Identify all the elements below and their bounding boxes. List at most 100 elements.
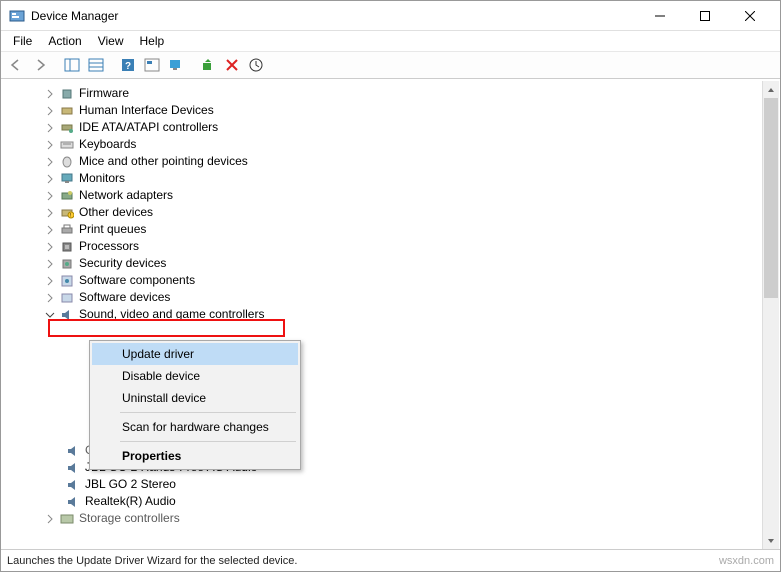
chevron-right-icon[interactable] [43, 172, 57, 186]
help-button[interactable]: ? [117, 54, 139, 76]
tree-label: IDE ATA/ATAPI controllers [79, 119, 218, 136]
context-menu-item[interactable]: Scan for hardware changes [92, 416, 298, 438]
tree-item[interactable]: Monitors [21, 170, 762, 187]
context-menu-item[interactable]: Uninstall device [92, 387, 298, 409]
tree-label: JBL GO 2 Stereo [85, 476, 176, 493]
update-driver-toolbar-button[interactable] [245, 54, 267, 76]
scroll-thumb[interactable] [764, 98, 778, 298]
scroll-up-button[interactable] [763, 81, 779, 98]
chevron-right-icon[interactable] [43, 104, 57, 118]
svg-text:?: ? [125, 61, 131, 72]
chevron-right-icon[interactable] [43, 206, 57, 220]
menu-file[interactable]: File [5, 32, 40, 50]
chevron-right-icon[interactable] [43, 257, 57, 271]
scroll-down-button[interactable] [763, 532, 779, 549]
tree-item[interactable]: Network adapters [21, 187, 762, 204]
vertical-scrollbar[interactable] [762, 81, 779, 549]
ide-icon [59, 120, 75, 136]
chip-icon [59, 86, 75, 102]
app-icon [9, 8, 25, 24]
tree-label: Sound, video and game controllers [79, 306, 264, 323]
tree-child[interactable]: JBL GO 2 Stereo [21, 476, 762, 493]
tree-label: Other devices [79, 204, 153, 221]
statusbar: Launches the Update Driver Wizard for th… [1, 549, 780, 571]
tree-label: Print queues [79, 221, 146, 238]
show-hide-tree-button[interactable] [61, 54, 83, 76]
toolbar-sep [189, 54, 195, 76]
chevron-down-icon[interactable] [43, 308, 57, 322]
properties-button[interactable] [85, 54, 107, 76]
chevron-right-icon[interactable] [43, 291, 57, 305]
context-menu-item[interactable]: Disable device [92, 365, 298, 387]
tree-item[interactable]: Firmware [21, 85, 762, 102]
tree-label: Keyboards [79, 136, 136, 153]
minimize-button[interactable] [637, 2, 682, 30]
tree-item[interactable]: Keyboards [21, 136, 762, 153]
chevron-right-icon[interactable] [43, 274, 57, 288]
tree-item-sound-video-game[interactable]: Sound, video and game controllers [21, 306, 762, 323]
monitor-icon [59, 171, 75, 187]
tree-item-storage[interactable]: Storage controllers [21, 510, 762, 527]
swd-icon [59, 290, 75, 306]
sound-icon [65, 477, 81, 493]
chevron-right-icon[interactable] [43, 512, 57, 526]
toolbar: ? [1, 51, 780, 79]
menu-action[interactable]: Action [40, 32, 89, 50]
tree-item[interactable]: Processors [21, 238, 762, 255]
tree-label: Firmware [79, 85, 129, 102]
tree-label: Software components [79, 272, 195, 289]
menu-view[interactable]: View [90, 32, 132, 50]
sound-icon [65, 443, 81, 459]
tree-item[interactable]: Mice and other pointing devices [21, 153, 762, 170]
tree-label: Human Interface Devices [79, 102, 214, 119]
chevron-right-icon[interactable] [43, 155, 57, 169]
tree-child[interactable]: Realtek(R) Audio [21, 493, 762, 510]
window-controls [637, 2, 772, 30]
tree-label: Realtek(R) Audio [85, 493, 176, 510]
tree-label: Mice and other pointing devices [79, 153, 248, 170]
tree-item[interactable]: Software components [21, 272, 762, 289]
tree-label: Network adapters [79, 187, 173, 204]
hid-icon [59, 103, 75, 119]
swc-icon [59, 273, 75, 289]
maximize-button[interactable] [682, 2, 727, 30]
chevron-right-icon[interactable] [43, 87, 57, 101]
chevron-right-icon[interactable] [43, 240, 57, 254]
warn-icon: ! [59, 205, 75, 221]
tree-label: Software devices [79, 289, 170, 306]
chevron-right-icon[interactable] [43, 138, 57, 152]
tree-item[interactable]: Print queues [21, 221, 762, 238]
tree-item[interactable]: Human Interface Devices [21, 102, 762, 119]
tree-item[interactable]: Software devices [21, 289, 762, 306]
mouse-icon [59, 154, 75, 170]
device-tree[interactable]: FirmwareHuman Interface DevicesIDE ATA/A… [3, 81, 762, 549]
tree-item[interactable]: ! Other devices [21, 204, 762, 221]
action-properties-button[interactable] [141, 54, 163, 76]
context-menu-separator [120, 412, 296, 413]
close-button[interactable] [727, 2, 772, 30]
sound-icon [65, 494, 81, 510]
printer-icon [59, 222, 75, 238]
chevron-right-icon[interactable] [43, 189, 57, 203]
window-title: Device Manager [31, 9, 637, 23]
tree-label: Storage controllers [79, 510, 180, 527]
uninstall-button[interactable] [221, 54, 243, 76]
context-menu-separator [120, 441, 296, 442]
devices-by-type-button[interactable] [165, 54, 187, 76]
menu-help[interactable]: Help [132, 32, 173, 50]
context-menu-item[interactable]: Update driver [92, 343, 298, 365]
scan-hardware-button[interactable] [197, 54, 219, 76]
context-menu: Update driverDisable deviceUninstall dev… [89, 340, 301, 470]
toolbar-sep [53, 54, 59, 76]
chevron-right-icon[interactable] [43, 121, 57, 135]
toolbar-sep [109, 54, 115, 76]
menubar: File Action View Help [1, 31, 780, 51]
context-menu-item[interactable]: Properties [92, 445, 298, 467]
back-button[interactable] [5, 54, 27, 76]
chevron-right-icon[interactable] [43, 223, 57, 237]
tree-item[interactable]: Security devices [21, 255, 762, 272]
forward-button[interactable] [29, 54, 51, 76]
sec-icon [59, 256, 75, 272]
tree-item[interactable]: IDE ATA/ATAPI controllers [21, 119, 762, 136]
svg-text:!: ! [70, 213, 71, 219]
